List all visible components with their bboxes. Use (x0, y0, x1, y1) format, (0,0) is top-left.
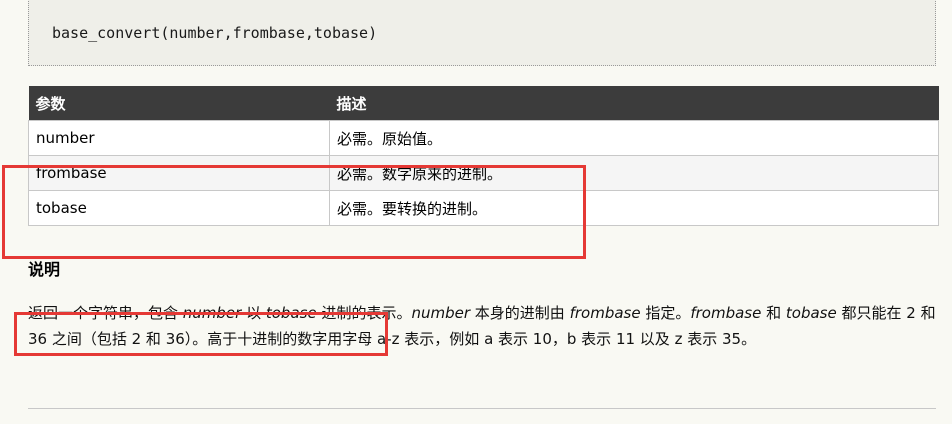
code-block: base_convert(number,frombase,tobase) (28, 0, 936, 66)
desc-text: 返回一个字符串，包含 (28, 304, 183, 322)
param-description: 必需。要转换的进制。 (329, 190, 939, 226)
table-row: number 必需。原始值。 (28, 120, 939, 156)
desc-text: 指定。 (640, 304, 691, 322)
description-paragraph: 返回一个字符串，包含 number 以 tobase 进制的表示。number … (28, 300, 940, 352)
param-name: number (28, 120, 330, 156)
table-header-row: 参数 描述 (28, 86, 939, 121)
parameters-table: 参数 描述 number 必需。原始值。 frombase 必需。数字原来的进制… (28, 86, 939, 226)
header-param: 参数 (28, 86, 330, 121)
desc-term: number (182, 304, 242, 322)
desc-text: 本身的进制由 (470, 304, 570, 322)
desc-term: tobase (265, 304, 317, 322)
param-description: 必需。原始值。 (329, 120, 939, 156)
param-description: 必需。数字原来的进制。 (329, 155, 939, 191)
table-row: tobase 必需。要转换的进制。 (28, 190, 939, 226)
desc-text: 和 (761, 304, 786, 322)
table-row: frombase 必需。数字原来的进制。 (28, 155, 939, 191)
desc-text: 进制的表示。 (316, 304, 412, 322)
param-name: tobase (28, 190, 330, 226)
desc-term: number (411, 304, 471, 322)
function-signature: base_convert(number,frombase,tobase) (52, 24, 378, 42)
desc-term: frombase (690, 304, 762, 322)
desc-term: tobase (785, 304, 837, 322)
desc-text: 以 (241, 304, 266, 322)
divider (28, 408, 936, 409)
param-name: frombase (28, 155, 330, 191)
desc-term: frombase (569, 304, 641, 322)
section-title: 说明 (28, 260, 61, 279)
header-description: 描述 (329, 86, 939, 121)
